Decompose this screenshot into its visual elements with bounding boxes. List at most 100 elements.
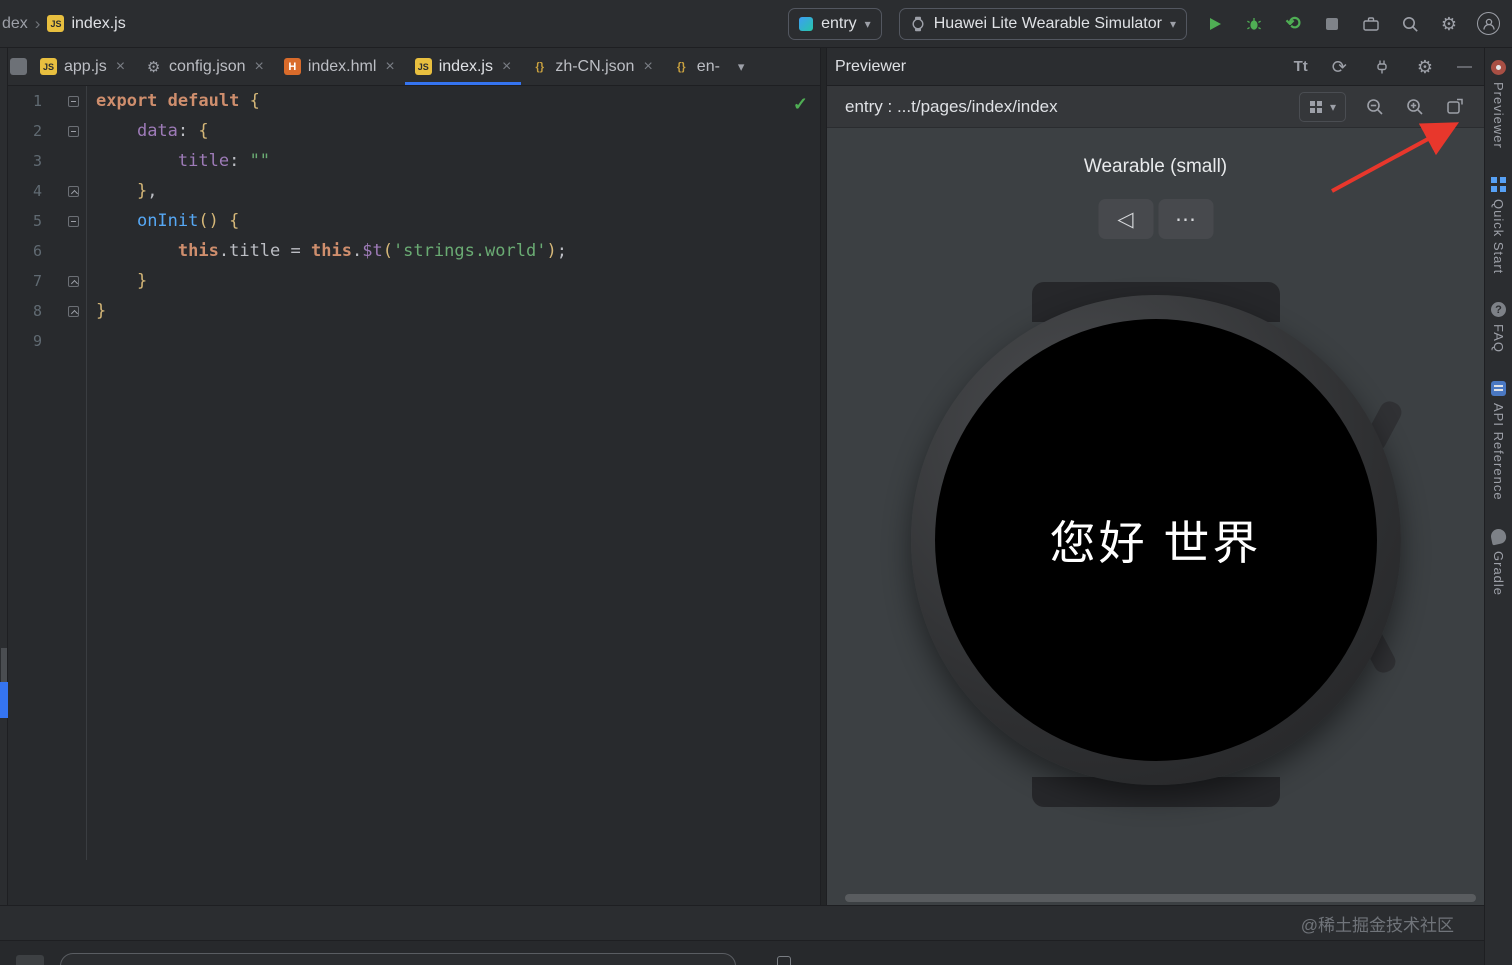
json-gear-file-icon: ⚙ (146, 58, 161, 76)
line-number[interactable]: 4 (8, 176, 42, 206)
sidebar-item-quick-start[interactable]: Quick Start (1491, 176, 1506, 274)
previewer-settings-button[interactable]: ⚙ (1417, 58, 1433, 76)
gear-icon: ⚙ (1440, 13, 1458, 34)
back-button[interactable]: ◁ (1098, 199, 1153, 239)
partial-checkbox[interactable] (777, 956, 791, 965)
preview-horizontal-scrollbar[interactable] (845, 894, 1476, 902)
code-line-9[interactable]: 9 (8, 326, 820, 356)
account-button[interactable] (1477, 12, 1500, 35)
tab-config.json[interactable]: ⚙ config.json × (135, 48, 274, 85)
title-bar: dex › JS index.js entry ▾ Huawei Lite We… (0, 0, 1512, 48)
sidebar-item-previewer[interactable]: Previewer (1491, 60, 1506, 149)
layout-mode-button[interactable]: ▾ (1298, 91, 1346, 122)
rotate-preview-button[interactable] (1444, 96, 1466, 118)
fold-marker-icon[interactable] (68, 305, 79, 317)
breadcrumb-file[interactable]: index.js (71, 15, 125, 33)
sidebar-item-faq[interactable]: ? FAQ (1491, 302, 1506, 353)
simulated-watch: 您好 世界 (906, 282, 1406, 807)
partial-search-input[interactable] (60, 953, 736, 965)
zoom-out-icon (1367, 98, 1383, 115)
gutter-separator (86, 86, 87, 860)
line-number[interactable]: 6 (8, 236, 42, 266)
close-icon[interactable]: × (116, 58, 125, 76)
line-number[interactable]: 1 (8, 86, 42, 116)
device-select[interactable]: Huawei Lite Wearable Simulator ▾ (898, 7, 1187, 40)
code-line-8[interactable]: 8} (8, 296, 820, 326)
run-config-select[interactable]: entry ▾ (788, 7, 882, 40)
tab-en-[interactable]: {} en- (663, 48, 730, 85)
code-line-5[interactable]: 5 onInit() { (8, 206, 820, 236)
code-line-6[interactable]: 6 this.title = this.$t('strings.world'); (8, 236, 820, 266)
tab-index.js[interactable]: JS index.js × (404, 48, 522, 85)
more-button[interactable]: ⋯ (1158, 199, 1213, 239)
code-line-2[interactable]: 2 data: { (8, 116, 820, 146)
debug-button[interactable] (1243, 13, 1265, 35)
close-icon[interactable]: × (502, 58, 511, 76)
zoom-in-button[interactable] (1404, 96, 1426, 118)
breadcrumb-parent[interactable]: dex (2, 15, 28, 33)
previewer-title: Previewer (835, 57, 907, 75)
briefcase-icon (1363, 16, 1379, 31)
close-icon[interactable]: × (643, 58, 652, 76)
stripe-scroll-thumb[interactable] (1, 648, 7, 682)
device-label: Huawei Lite Wearable Simulator (933, 14, 1162, 32)
stop-button[interactable] (1321, 13, 1343, 35)
hide-panel-button[interactable]: — (1457, 59, 1472, 74)
gutter-cell (42, 215, 86, 227)
chevron-down-icon: ▾ (1169, 16, 1176, 31)
tab-index.hml[interactable]: Hindex.hml × (274, 48, 405, 85)
line-number[interactable]: 7 (8, 266, 42, 296)
close-icon[interactable]: × (385, 58, 394, 76)
line-number[interactable]: 5 (8, 206, 42, 236)
tab-label: index.js (438, 57, 493, 75)
code-text: this.title = this.$t('strings.world'); (177, 241, 567, 261)
line-number[interactable]: 8 (8, 296, 42, 326)
tab-app.js[interactable]: JS app.js × (30, 48, 135, 85)
code-line-7[interactable]: 7 } (8, 266, 820, 296)
stop-icon (1326, 17, 1338, 30)
zoom-out-button[interactable] (1364, 96, 1386, 118)
run-button[interactable] (1204, 13, 1226, 35)
close-icon[interactable]: × (255, 58, 264, 76)
previewer-pane: Previewer Tt ⟳ ⚙ — entry: ...t/pages/in… (827, 48, 1484, 905)
rerun-icon: ⟲ (1285, 13, 1301, 33)
hidden-tabs-button[interactable]: ▾ (730, 48, 753, 85)
fold-marker-icon[interactable] (68, 215, 79, 227)
fold-marker-icon[interactable] (68, 185, 79, 197)
code-editor[interactable]: ✓ 1 export default {2 data: {3 title: "" 4… (8, 86, 820, 905)
chevron-down-icon: ▾ (737, 58, 745, 74)
search-everywhere-button[interactable] (1399, 13, 1421, 35)
line-number[interactable]: 2 (8, 116, 42, 146)
file-icon (10, 58, 27, 75)
tab-label: en- (696, 57, 720, 75)
tab-label: zh-CN.json (555, 57, 635, 75)
inspector-button[interactable] (1371, 56, 1393, 78)
sidebar-item-api-reference[interactable]: API Reference (1491, 381, 1506, 501)
text-size-icon: Tt (1293, 58, 1308, 75)
code-line-1[interactable]: 1 export default { (8, 86, 820, 116)
eye-icon (1491, 60, 1506, 75)
sidebar-item-label: API Reference (1491, 403, 1506, 501)
fold-marker-icon[interactable] (68, 125, 79, 137)
rerun-tasks-button[interactable]: ⟲ (1282, 13, 1304, 35)
partial-tab[interactable] (8, 48, 30, 85)
code-line-4[interactable]: 4 }, (8, 176, 820, 206)
settings-button[interactable]: ⚙ (1438, 13, 1460, 35)
splitter[interactable] (820, 48, 827, 905)
watch-screen[interactable]: 您好 世界 (934, 319, 1377, 761)
tab-zh-CN.json[interactable]: {} zh-CN.json × (521, 48, 662, 85)
gutter-cell (42, 305, 86, 317)
rotate-icon (1447, 98, 1463, 114)
text-size-button[interactable]: Tt (1294, 59, 1308, 74)
refresh-button[interactable]: ⟳ (1332, 58, 1347, 76)
line-number[interactable]: 3 (8, 146, 42, 176)
fold-marker-icon[interactable] (68, 95, 79, 107)
chevron-down-icon: ▾ (1329, 99, 1336, 114)
left-tool-stripe (0, 48, 8, 905)
code-line-3[interactable]: 3 title: "" (8, 146, 820, 176)
fold-marker-icon[interactable] (68, 275, 79, 287)
line-number[interactable]: 9 (8, 326, 42, 356)
user-icon (1482, 18, 1495, 30)
project-structure-button[interactable] (1360, 13, 1382, 35)
sidebar-item-gradle[interactable]: Gradle (1489, 527, 1508, 596)
